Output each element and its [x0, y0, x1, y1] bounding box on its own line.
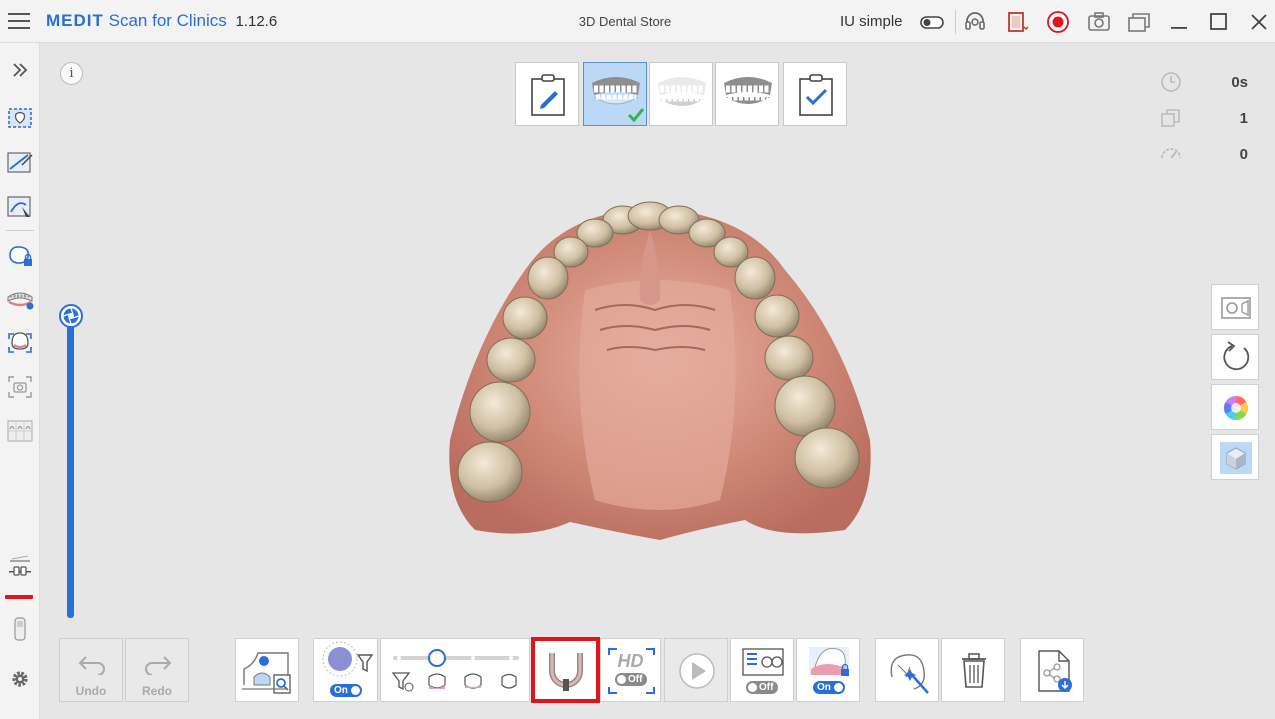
expand-icon[interactable]: [6, 56, 34, 84]
left-toolbar: [0, 43, 40, 719]
delete-button[interactable]: [941, 638, 1005, 702]
scan-time-value: 0s: [1231, 74, 1248, 91]
ai-scan-toggle[interactable]: Off: [746, 681, 778, 694]
stage-occlusion-button[interactable]: [715, 62, 779, 126]
upper-jaw-icon: [592, 77, 645, 123]
texture-mode-button[interactable]: [1211, 434, 1259, 480]
redo-button[interactable]: Redo: [125, 638, 189, 702]
redo-label: Redo: [142, 684, 172, 698]
tooth-lock-icon: [809, 647, 849, 676]
close-icon[interactable]: [1247, 10, 1271, 34]
scanner-tip-icon[interactable]: [6, 615, 34, 643]
upper-jaw-scan-model[interactable]: [445, 200, 875, 550]
undercut-icon[interactable]: [6, 329, 34, 357]
stage-complete-button[interactable]: [783, 62, 847, 126]
title-divider: [955, 10, 956, 34]
camera-icon[interactable]: [1087, 10, 1111, 34]
clipboard-check-icon: [799, 74, 833, 116]
redo-icon: [145, 656, 172, 675]
cube-icon: [1220, 442, 1252, 474]
color-mode-button[interactable]: [1211, 384, 1259, 430]
occlusion-icon: [724, 77, 772, 104]
filter-sphere-icon: [322, 641, 374, 677]
lock-area-icon[interactable]: [6, 242, 34, 270]
window-capture-icon[interactable]: [1127, 10, 1151, 34]
app-name: Scan for Clinics: [108, 11, 227, 30]
stage-maxilla-button[interactable]: [583, 62, 647, 126]
shot-count-value: 1: [1239, 110, 1248, 127]
app-version: 1.12.6: [235, 13, 278, 30]
play-button[interactable]: [664, 638, 728, 702]
speed-value: 0: [1239, 146, 1248, 163]
trim-icon[interactable]: [6, 193, 34, 221]
ai-clean-button[interactable]: [875, 638, 939, 702]
filter-toggle-label: On: [334, 685, 348, 696]
lock-gingiva-button[interactable]: On: [796, 638, 860, 702]
undo-button[interactable]: Undo: [59, 638, 123, 702]
filter-level-slider[interactable]: [380, 638, 530, 702]
aperture-icon: [63, 308, 79, 324]
maximize-icon[interactable]: [1207, 10, 1231, 34]
record-icon[interactable]: [1046, 10, 1070, 34]
hd-mode-button[interactable]: HD Off: [600, 638, 661, 702]
arch-icon[interactable]: [6, 285, 34, 313]
filter-icon[interactable]: [6, 551, 34, 579]
filter-toggle[interactable]: On: [330, 684, 362, 697]
headset-icon[interactable]: [963, 10, 987, 34]
dental-store-link[interactable]: 3D Dental Store: [540, 14, 710, 29]
ai-scan-icon: [742, 648, 784, 676]
brand-logo: MEDIT: [46, 11, 104, 30]
info-button[interactable]: i: [60, 62, 83, 85]
lock-gingiva-toggle[interactable]: On: [813, 681, 845, 694]
shot-count-icon: [1161, 109, 1180, 127]
mode-toggle-switch[interactable]: [920, 10, 944, 34]
brightness-slider-track[interactable]: [67, 318, 74, 618]
minimize-icon[interactable]: [1167, 10, 1191, 34]
hd-toggle-label: Off: [628, 674, 643, 685]
ai-scan-button[interactable]: Off: [730, 638, 794, 702]
title-bar: MEDIT Scan for Clinics 1.12.6 3D Dental …: [0, 0, 1275, 43]
app-title: MEDIT Scan for Clinics 1.12.6: [46, 11, 277, 31]
edit-margin-icon[interactable]: [6, 149, 34, 177]
mode-label: IU simple: [840, 13, 903, 30]
lower-jaw-icon: [658, 77, 706, 106]
color-wheel-icon: [1223, 396, 1249, 420]
export-file-icon: [1038, 650, 1072, 692]
play-icon: [679, 653, 715, 689]
stage-mandible-button[interactable]: [649, 62, 713, 126]
clipboard-edit-icon: [531, 74, 565, 116]
capture-icon[interactable]: [6, 373, 34, 401]
filter-toggle-button[interactable]: On: [313, 638, 378, 702]
teeth-grid-icon[interactable]: [6, 417, 34, 445]
scan-inspect-icon: [242, 652, 291, 694]
undo-icon: [78, 656, 105, 675]
hd-label: HD: [617, 651, 644, 671]
video-record-button[interactable]: [1211, 284, 1259, 330]
timer-icon: [1161, 72, 1181, 92]
active-indicator: [5, 595, 33, 599]
rotate-view-button[interactable]: [1211, 334, 1259, 380]
stage-prep-button[interactable]: [515, 62, 579, 126]
left-separator: [6, 230, 34, 231]
record-area-icon[interactable]: [1006, 10, 1030, 34]
ai-scan-toggle-label: Off: [759, 682, 774, 693]
export-button[interactable]: [1020, 638, 1084, 702]
video-icon: [1221, 297, 1251, 319]
selected-tool-highlight: [531, 637, 600, 703]
undo-label: Undo: [75, 684, 107, 698]
brightness-slider-thumb[interactable]: [59, 304, 83, 328]
filter-level-graphic: [391, 649, 519, 692]
lock-gingiva-toggle-label: On: [817, 682, 831, 693]
menu-icon[interactable]: [8, 11, 30, 31]
rotate-icon: [1223, 341, 1250, 371]
select-area-icon[interactable]: [6, 104, 34, 132]
smart-scan-button[interactable]: [235, 638, 299, 702]
speed-icon: [1161, 148, 1181, 159]
trash-icon: [962, 653, 986, 688]
hd-toggle[interactable]: Off: [615, 673, 647, 686]
settings-icon[interactable]: [6, 665, 34, 693]
magic-wand-icon: [890, 654, 929, 694]
